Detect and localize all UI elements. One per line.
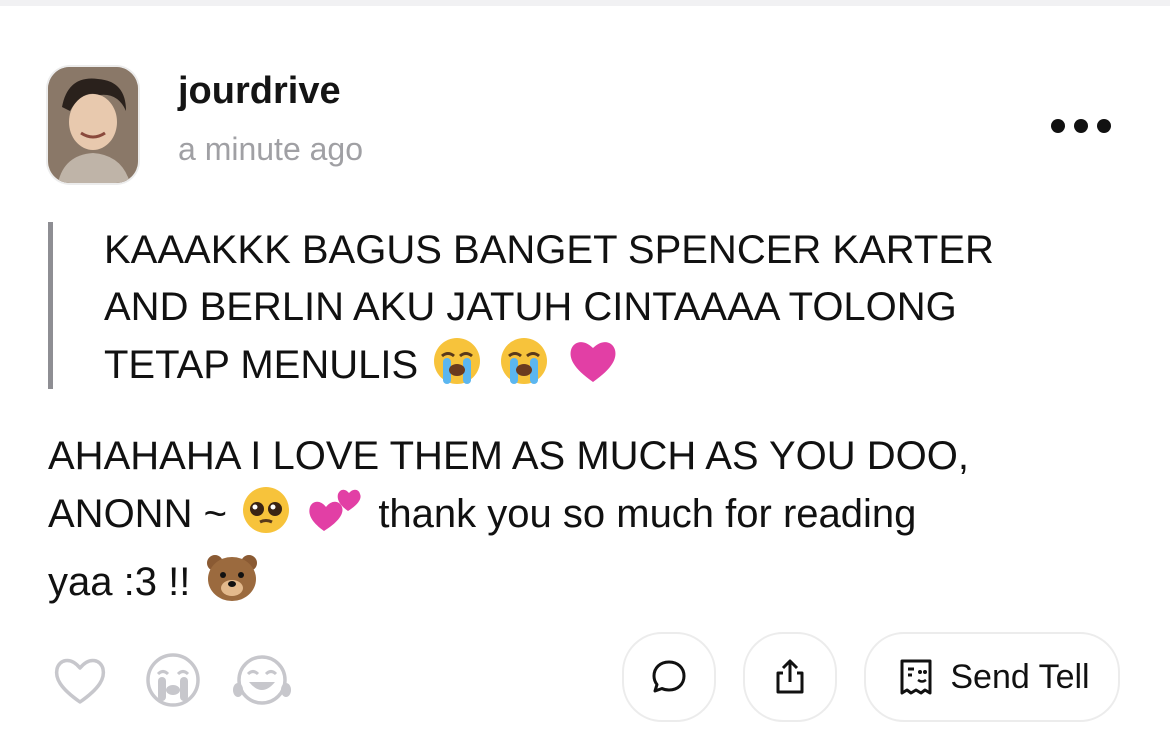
send-tell-label: Send Tell <box>950 657 1090 696</box>
top-divider <box>0 0 1170 6</box>
pink-heart-emoji-icon <box>567 336 619 402</box>
post-timestamp: a minute ago <box>178 131 364 167</box>
send-tell-button[interactable]: Send Tell <box>864 632 1120 722</box>
comment-bubble-icon <box>652 660 686 693</box>
question-quote: KAAAKKK BAGUS BANGET SPENCER KARTER AND … <box>48 222 1164 389</box>
answer-line-2-end: thank you so much for reading <box>378 492 917 536</box>
answer-line-3-text: yaa :3 !! <box>48 560 191 604</box>
more-options-icon[interactable] <box>1046 112 1116 140</box>
question-line-1: KAAAKKK BAGUS BANGET SPENCER KARTER <box>104 228 994 272</box>
heart-icon[interactable] <box>50 650 110 710</box>
laughing-face-icon[interactable] <box>232 650 292 710</box>
send-tell-icon <box>900 659 932 695</box>
loudly-crying-emoji-icon <box>432 336 482 402</box>
pleading-face-emoji-icon <box>241 485 291 551</box>
avatar[interactable] <box>48 67 138 183</box>
bear-emoji-icon <box>204 551 260 619</box>
answer-line-3: yaa :3 !! <box>48 551 1123 619</box>
avatar-photo <box>48 67 138 183</box>
share-icon <box>776 659 804 694</box>
answer-line-1: AHAHAHA I LOVE THEM AS MUCH AS YOU DOO, <box>48 434 969 478</box>
answer-line-2-start: ANONN ~ <box>48 492 227 536</box>
two-hearts-emoji-icon <box>308 485 364 551</box>
comment-button[interactable] <box>622 632 716 722</box>
answer-line-2: ANONN ~ thank you so much for reading <box>48 485 1123 551</box>
username[interactable]: jourdrive <box>178 70 341 113</box>
answer-text: AHAHAHA I LOVE THEM AS MUCH AS YOU DOO, … <box>48 428 1123 619</box>
crying-face-icon[interactable] <box>143 650 203 710</box>
question-line-3-text: TETAP MENULIS <box>104 343 419 387</box>
question-line-2: AND BERLIN AKU JATUH CINTAAAA TOLONG <box>104 285 957 329</box>
loudly-crying-emoji-icon <box>499 336 549 402</box>
question-line-3: TETAP MENULIS <box>104 336 1164 402</box>
share-button[interactable] <box>743 632 837 722</box>
